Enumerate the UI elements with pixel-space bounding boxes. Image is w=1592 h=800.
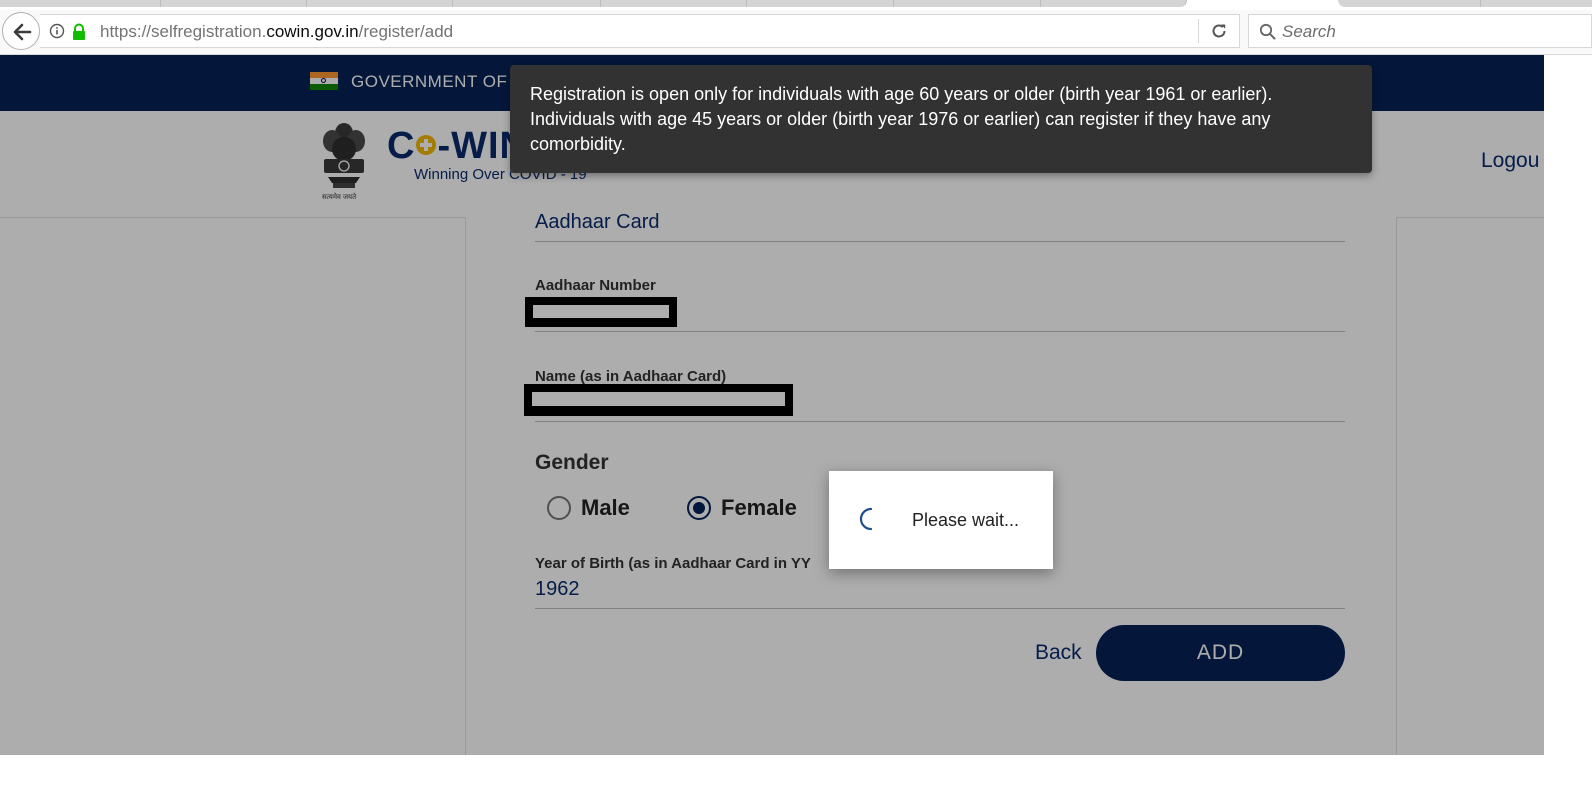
toast-line: Individuals with age 45 years or older (… [530,109,1271,129]
search-placeholder: Search [1282,22,1336,41]
toast-line: comorbidity. [530,134,626,154]
info-icon[interactable] [49,23,65,39]
browser-search-box[interactable]: Search [1248,14,1592,48]
browser-tab[interactable] [453,0,601,7]
search-icon [1259,23,1276,40]
url-separator [1198,19,1199,43]
loading-dialog: Please wait... [829,471,1053,569]
browser-tab[interactable] [894,0,1041,7]
toast-line: Registration is open only for individual… [530,84,1273,104]
browser-tab[interactable] [1041,0,1187,7]
url-prefix: https://selfregistration. [100,22,267,41]
address-bar[interactable]: https://selfregistration.cowin.gov.in/re… [40,14,1240,48]
browser-tab[interactable] [307,0,453,7]
spinner-icon [859,507,873,531]
url-text[interactable]: https://selfregistration.cowin.gov.in/re… [100,22,453,42]
browser-back-button[interactable] [2,12,40,50]
arrow-left-icon [13,23,32,41]
browser-toolbar: https://selfregistration.cowin.gov.in/re… [0,10,1592,55]
eligibility-toast: Registration is open only for individual… [510,65,1372,173]
reload-icon[interactable] [1210,22,1228,40]
browser-tab[interactable] [161,0,307,7]
browser-tab[interactable] [1338,0,1481,7]
browser-tab[interactable] [601,0,747,7]
url-path: /register/add [358,22,454,41]
browser-tab[interactable] [0,0,161,7]
lock-icon[interactable] [71,23,87,41]
url-domain: cowin.gov.in [266,22,359,41]
browser-tab[interactable] [1481,0,1592,7]
loading-text: Please wait... [912,510,1020,530]
browser-tab[interactable] [747,0,894,7]
browser-tab-strip [0,0,1592,8]
